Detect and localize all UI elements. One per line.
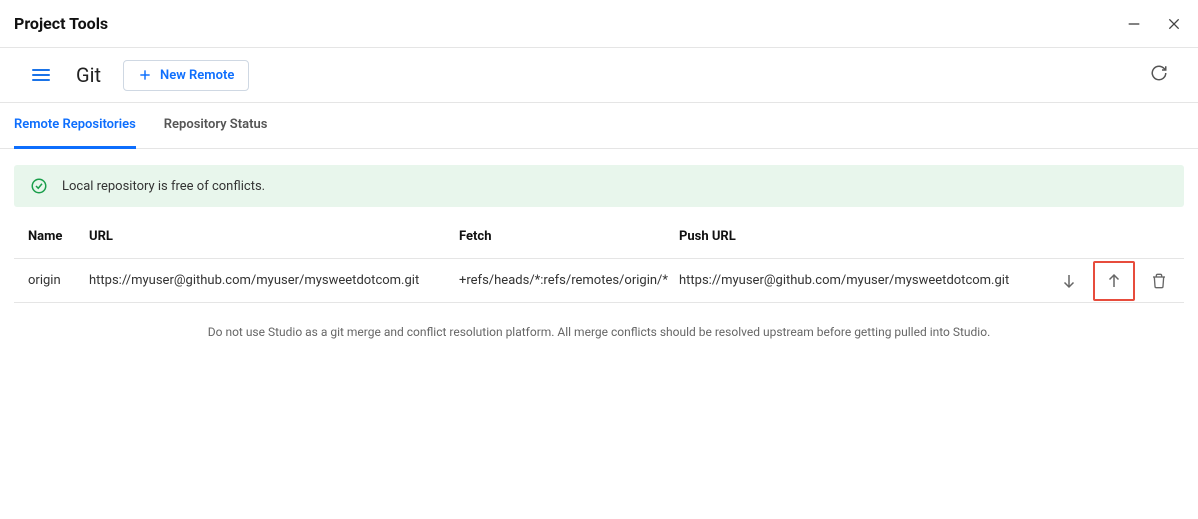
col-header-name: Name — [14, 215, 89, 258]
page-heading: Git — [76, 63, 101, 87]
refresh-button[interactable] — [1144, 58, 1174, 92]
titlebar: Project Tools — [0, 0, 1198, 48]
col-header-push: Push URL — [679, 215, 1054, 258]
tabs: Remote Repositories Repository Status — [0, 103, 1198, 149]
remotes-table: Name URL Fetch Push URL origin https://m… — [14, 215, 1184, 303]
new-remote-label: New Remote — [160, 68, 234, 83]
status-message: Local repository is free of conflicts. — [62, 179, 265, 194]
tab-remote-repositories[interactable]: Remote Repositories — [14, 103, 136, 149]
minimize-button[interactable] — [1126, 16, 1142, 32]
remote-push-url: https://myuser@github.com/myuser/mysweet… — [679, 259, 1054, 302]
status-banner: Local repository is free of conflicts. — [14, 165, 1184, 207]
plus-icon — [138, 68, 152, 82]
table-header: Name URL Fetch Push URL — [14, 215, 1184, 259]
table-row: origin https://myuser@github.com/myuser/… — [14, 259, 1184, 303]
menu-icon[interactable] — [28, 65, 54, 85]
refresh-icon — [1150, 64, 1168, 82]
tab-repository-status[interactable]: Repository Status — [164, 103, 268, 149]
new-remote-button[interactable]: New Remote — [123, 60, 249, 91]
window-controls — [1126, 16, 1182, 32]
remote-fetch: +refs/heads/*:refs/remotes/origin/* — [459, 259, 679, 302]
window-title: Project Tools — [14, 14, 108, 33]
col-header-fetch: Fetch — [459, 215, 679, 258]
footer-note: Do not use Studio as a git merge and con… — [14, 303, 1184, 361]
toolbar: Git New Remote — [0, 48, 1198, 103]
pull-button[interactable] — [1054, 265, 1085, 297]
push-button[interactable] — [1093, 261, 1135, 301]
arrow-up-icon — [1105, 272, 1123, 290]
arrow-down-icon — [1060, 272, 1078, 290]
remote-url: https://myuser@github.com/myuser/mysweet… — [89, 259, 459, 302]
delete-button[interactable] — [1143, 265, 1174, 297]
close-button[interactable] — [1166, 16, 1182, 32]
col-header-url: URL — [89, 215, 459, 258]
check-circle-icon — [30, 177, 48, 195]
remote-name: origin — [14, 259, 89, 302]
trash-icon — [1151, 273, 1167, 289]
